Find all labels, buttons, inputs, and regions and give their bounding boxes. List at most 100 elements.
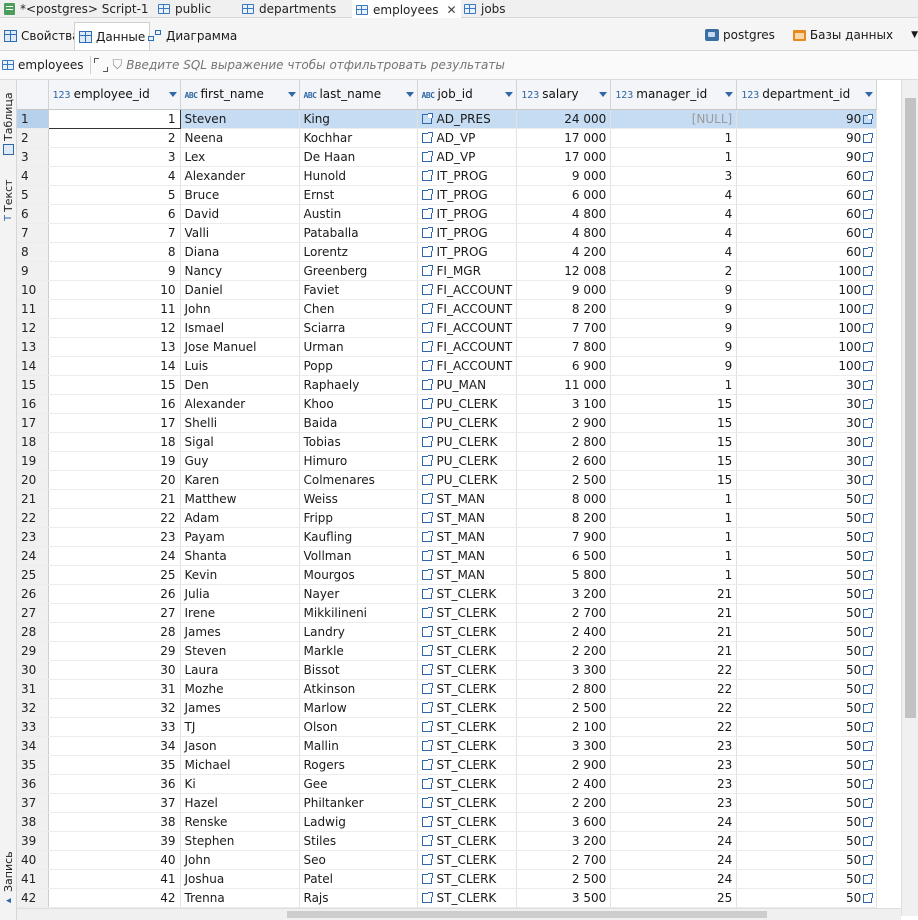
link-icon[interactable] — [421, 511, 433, 523]
table-row[interactable]: 17 17 Shelli Baida PU_CLERK 2 900 15 30 — [17, 413, 878, 433]
link-icon[interactable] — [421, 549, 433, 561]
table-row[interactable]: 29 29 Steven Markle ST_CLERK 2 200 21 50 — [17, 641, 878, 661]
employee-id-cell[interactable]: 32 — [48, 698, 181, 718]
first-name-cell[interactable]: Luis — [180, 356, 300, 376]
employee-id-cell[interactable]: 3 — [48, 147, 181, 167]
salary-cell[interactable]: 4 800 — [516, 204, 612, 224]
link-icon[interactable] — [863, 569, 874, 580]
last-name-cell[interactable]: Chen — [299, 299, 418, 319]
job-id-cell[interactable]: PU_CLERK — [417, 394, 518, 414]
link-icon[interactable] — [863, 816, 874, 827]
last-name-cell[interactable]: Landry — [299, 622, 418, 642]
employee-id-cell[interactable]: 13 — [48, 337, 181, 357]
salary-cell[interactable]: 7 900 — [516, 527, 612, 547]
link-icon[interactable] — [863, 512, 874, 523]
link-icon[interactable] — [863, 702, 874, 713]
manager-id-cell[interactable]: 1 — [610, 375, 738, 395]
salary-cell[interactable]: 8 000 — [516, 489, 612, 509]
link-icon[interactable] — [863, 892, 874, 903]
tab-public[interactable]: public — [154, 0, 215, 18]
first-name-cell[interactable]: Matthew — [180, 489, 300, 509]
employee-id-cell[interactable]: 17 — [48, 413, 181, 433]
salary-cell[interactable]: 17 000 — [516, 128, 612, 148]
row-number[interactable]: 41 — [17, 869, 49, 889]
row-number[interactable]: 38 — [17, 812, 49, 832]
salary-cell[interactable]: 2 700 — [516, 603, 612, 623]
job-id-cell[interactable]: ST_MAN — [417, 546, 518, 566]
first-name-cell[interactable]: Mozhe — [180, 679, 300, 699]
link-icon[interactable] — [421, 701, 433, 713]
last-name-cell[interactable]: Lorentz — [299, 242, 418, 262]
department-id-cell[interactable]: 50 — [736, 774, 878, 794]
link-icon[interactable] — [863, 227, 874, 238]
sort-arrow-icon[interactable] — [405, 92, 414, 97]
department-id-cell[interactable]: 50 — [736, 793, 878, 813]
link-icon[interactable] — [863, 474, 874, 485]
last-name-cell[interactable]: Khoo — [299, 394, 418, 414]
employee-id-cell[interactable]: 28 — [48, 622, 181, 642]
link-icon[interactable] — [863, 626, 874, 637]
last-name-cell[interactable]: Faviet — [299, 280, 418, 300]
manager-id-cell[interactable]: 23 — [610, 793, 738, 813]
manager-id-cell[interactable]: 22 — [610, 698, 738, 718]
job-id-cell[interactable]: ST_CLERK — [417, 717, 518, 737]
salary-cell[interactable]: 2 500 — [516, 869, 612, 889]
department-id-cell[interactable]: 100 — [736, 261, 878, 281]
department-id-cell[interactable]: 60 — [736, 204, 878, 224]
row-number[interactable]: 28 — [17, 622, 49, 642]
vertical-scrollbar[interactable] — [901, 80, 918, 916]
job-id-cell[interactable]: ST_CLERK — [417, 812, 518, 832]
link-icon[interactable] — [863, 721, 874, 732]
link-icon[interactable] — [421, 530, 433, 542]
job-id-cell[interactable]: FI_ACCOUNT — [417, 299, 518, 319]
manager-id-cell[interactable]: 4 — [610, 204, 738, 224]
row-number[interactable]: 11 — [17, 299, 49, 319]
last-name-cell[interactable]: Weiss — [299, 489, 418, 509]
last-name-cell[interactable]: Atkinson — [299, 679, 418, 699]
link-icon[interactable] — [863, 607, 874, 618]
salary-cell[interactable]: 2 700 — [516, 850, 612, 870]
department-id-cell[interactable]: 50 — [736, 565, 878, 585]
manager-id-cell[interactable]: 1 — [610, 508, 738, 528]
link-icon[interactable] — [421, 663, 433, 675]
row-number[interactable]: 9 — [17, 261, 49, 281]
salary-cell[interactable]: 5 800 — [516, 565, 612, 585]
sort-arrow-icon[interactable] — [865, 92, 874, 97]
row-number[interactable]: 42 — [17, 888, 49, 908]
salary-cell[interactable]: 3 300 — [516, 660, 612, 680]
salary-cell[interactable]: 24 000 — [516, 109, 612, 129]
manager-id-cell[interactable]: 4 — [610, 185, 738, 205]
link-icon[interactable] — [421, 302, 433, 314]
employee-id-cell[interactable]: 14 — [48, 356, 181, 376]
last-name-cell[interactable]: Marlow — [299, 698, 418, 718]
link-icon[interactable] — [421, 815, 433, 827]
first-name-cell[interactable]: Jason — [180, 736, 300, 756]
tab-departments[interactable]: departments — [238, 0, 340, 18]
department-id-cell[interactable]: 50 — [736, 489, 878, 509]
column-header[interactable]: 123 department_id — [736, 80, 878, 110]
department-id-cell[interactable]: 50 — [736, 622, 878, 642]
link-icon[interactable] — [421, 264, 433, 276]
row-number[interactable]: 29 — [17, 641, 49, 661]
manager-id-cell[interactable]: 4 — [610, 223, 738, 243]
link-icon[interactable] — [421, 378, 433, 390]
department-id-cell[interactable]: 50 — [736, 831, 878, 851]
table-row[interactable]: 26 26 Julia Nayer ST_CLERK 3 200 21 50 — [17, 584, 878, 604]
manager-id-cell[interactable]: 22 — [610, 679, 738, 699]
chevron-down-icon[interactable]: ▼ — [911, 30, 918, 40]
manager-id-cell[interactable]: 3 — [610, 166, 738, 186]
employee-id-cell[interactable]: 26 — [48, 584, 181, 604]
job-id-cell[interactable]: ST_CLERK — [417, 736, 518, 756]
table-name-label[interactable]: employees — [0, 58, 87, 72]
table-row[interactable]: 38 38 Renske Ladwig ST_CLERK 3 600 24 50 — [17, 812, 878, 832]
department-id-cell[interactable]: 90 — [736, 128, 878, 148]
table-row[interactable]: 35 35 Michael Rogers ST_CLERK 2 900 23 50 — [17, 755, 878, 775]
table-row[interactable]: 8 8 Diana Lorentz IT_PROG 4 200 4 60 — [17, 242, 878, 262]
employee-id-cell[interactable]: 12 — [48, 318, 181, 338]
employee-id-cell[interactable]: 33 — [48, 717, 181, 737]
link-icon[interactable] — [421, 568, 433, 580]
tab-data[interactable]: Данные — [74, 22, 151, 50]
department-id-cell[interactable]: 50 — [736, 717, 878, 737]
manager-id-cell[interactable]: 21 — [610, 584, 738, 604]
last-name-cell[interactable]: Mourgos — [299, 565, 418, 585]
